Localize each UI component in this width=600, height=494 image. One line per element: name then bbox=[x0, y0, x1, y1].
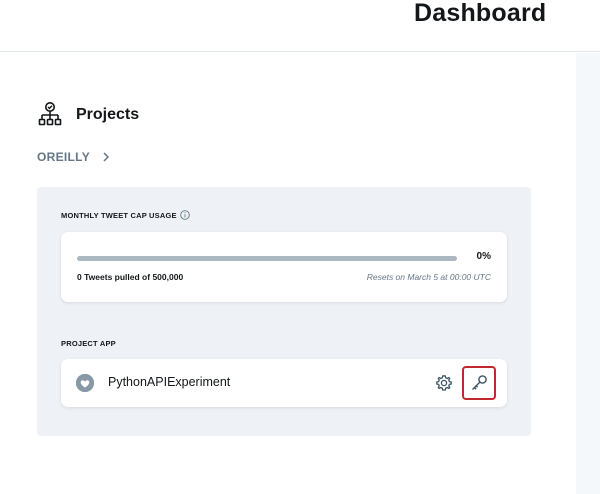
tweet-cap-section-label: MONTHLY TWEET CAP USAGE bbox=[61, 210, 190, 220]
tweet-cap-usage-card: 0% 0 Tweets pulled of 500,000 Resets on … bbox=[61, 232, 507, 302]
tweets-pulled-text: 0 Tweets pulled of 500,000 bbox=[77, 272, 183, 282]
tweet-cap-total: 500,000 bbox=[152, 272, 184, 282]
info-icon[interactable] bbox=[179, 210, 190, 220]
tweet-cap-reset-date: Resets on March 5 at 00:00 UTC bbox=[366, 272, 491, 282]
right-rail bbox=[576, 53, 600, 494]
key-icon bbox=[472, 375, 487, 390]
project-app-section-label: PROJECT APP bbox=[61, 339, 116, 348]
tweet-cap-percent: 0% bbox=[476, 251, 491, 262]
project-panel: MONTHLY TWEET CAP USAGE 0% 0 Tweets pull… bbox=[37, 187, 531, 436]
keys-and-tokens-button[interactable] bbox=[462, 366, 496, 400]
projects-header: Projects bbox=[36, 101, 139, 129]
projects-title: Projects bbox=[76, 106, 140, 123]
gear-icon[interactable] bbox=[435, 374, 453, 392]
tweets-pulled-count: 0 bbox=[77, 272, 82, 282]
page-title: Dashboard bbox=[414, 0, 547, 27]
tweet-cap-progress-bar bbox=[77, 256, 457, 261]
tweets-pulled-label: Tweets pulled of bbox=[84, 272, 151, 282]
breadcrumb[interactable]: OREILLY bbox=[37, 150, 110, 164]
chevron-right-icon bbox=[103, 152, 110, 162]
org-chart-icon bbox=[38, 102, 62, 126]
top-bar: Dashboard bbox=[0, 0, 600, 52]
project-app-label: PROJECT APP bbox=[61, 339, 116, 348]
project-app-card: PythonAPIExperiment bbox=[61, 359, 507, 407]
project-app-name[interactable]: PythonAPIExperiment bbox=[108, 375, 230, 389]
tweet-cap-label: MONTHLY TWEET CAP USAGE bbox=[61, 210, 177, 220]
breadcrumb-label[interactable]: OREILLY bbox=[37, 150, 90, 164]
app-avatar-icon bbox=[76, 374, 94, 392]
